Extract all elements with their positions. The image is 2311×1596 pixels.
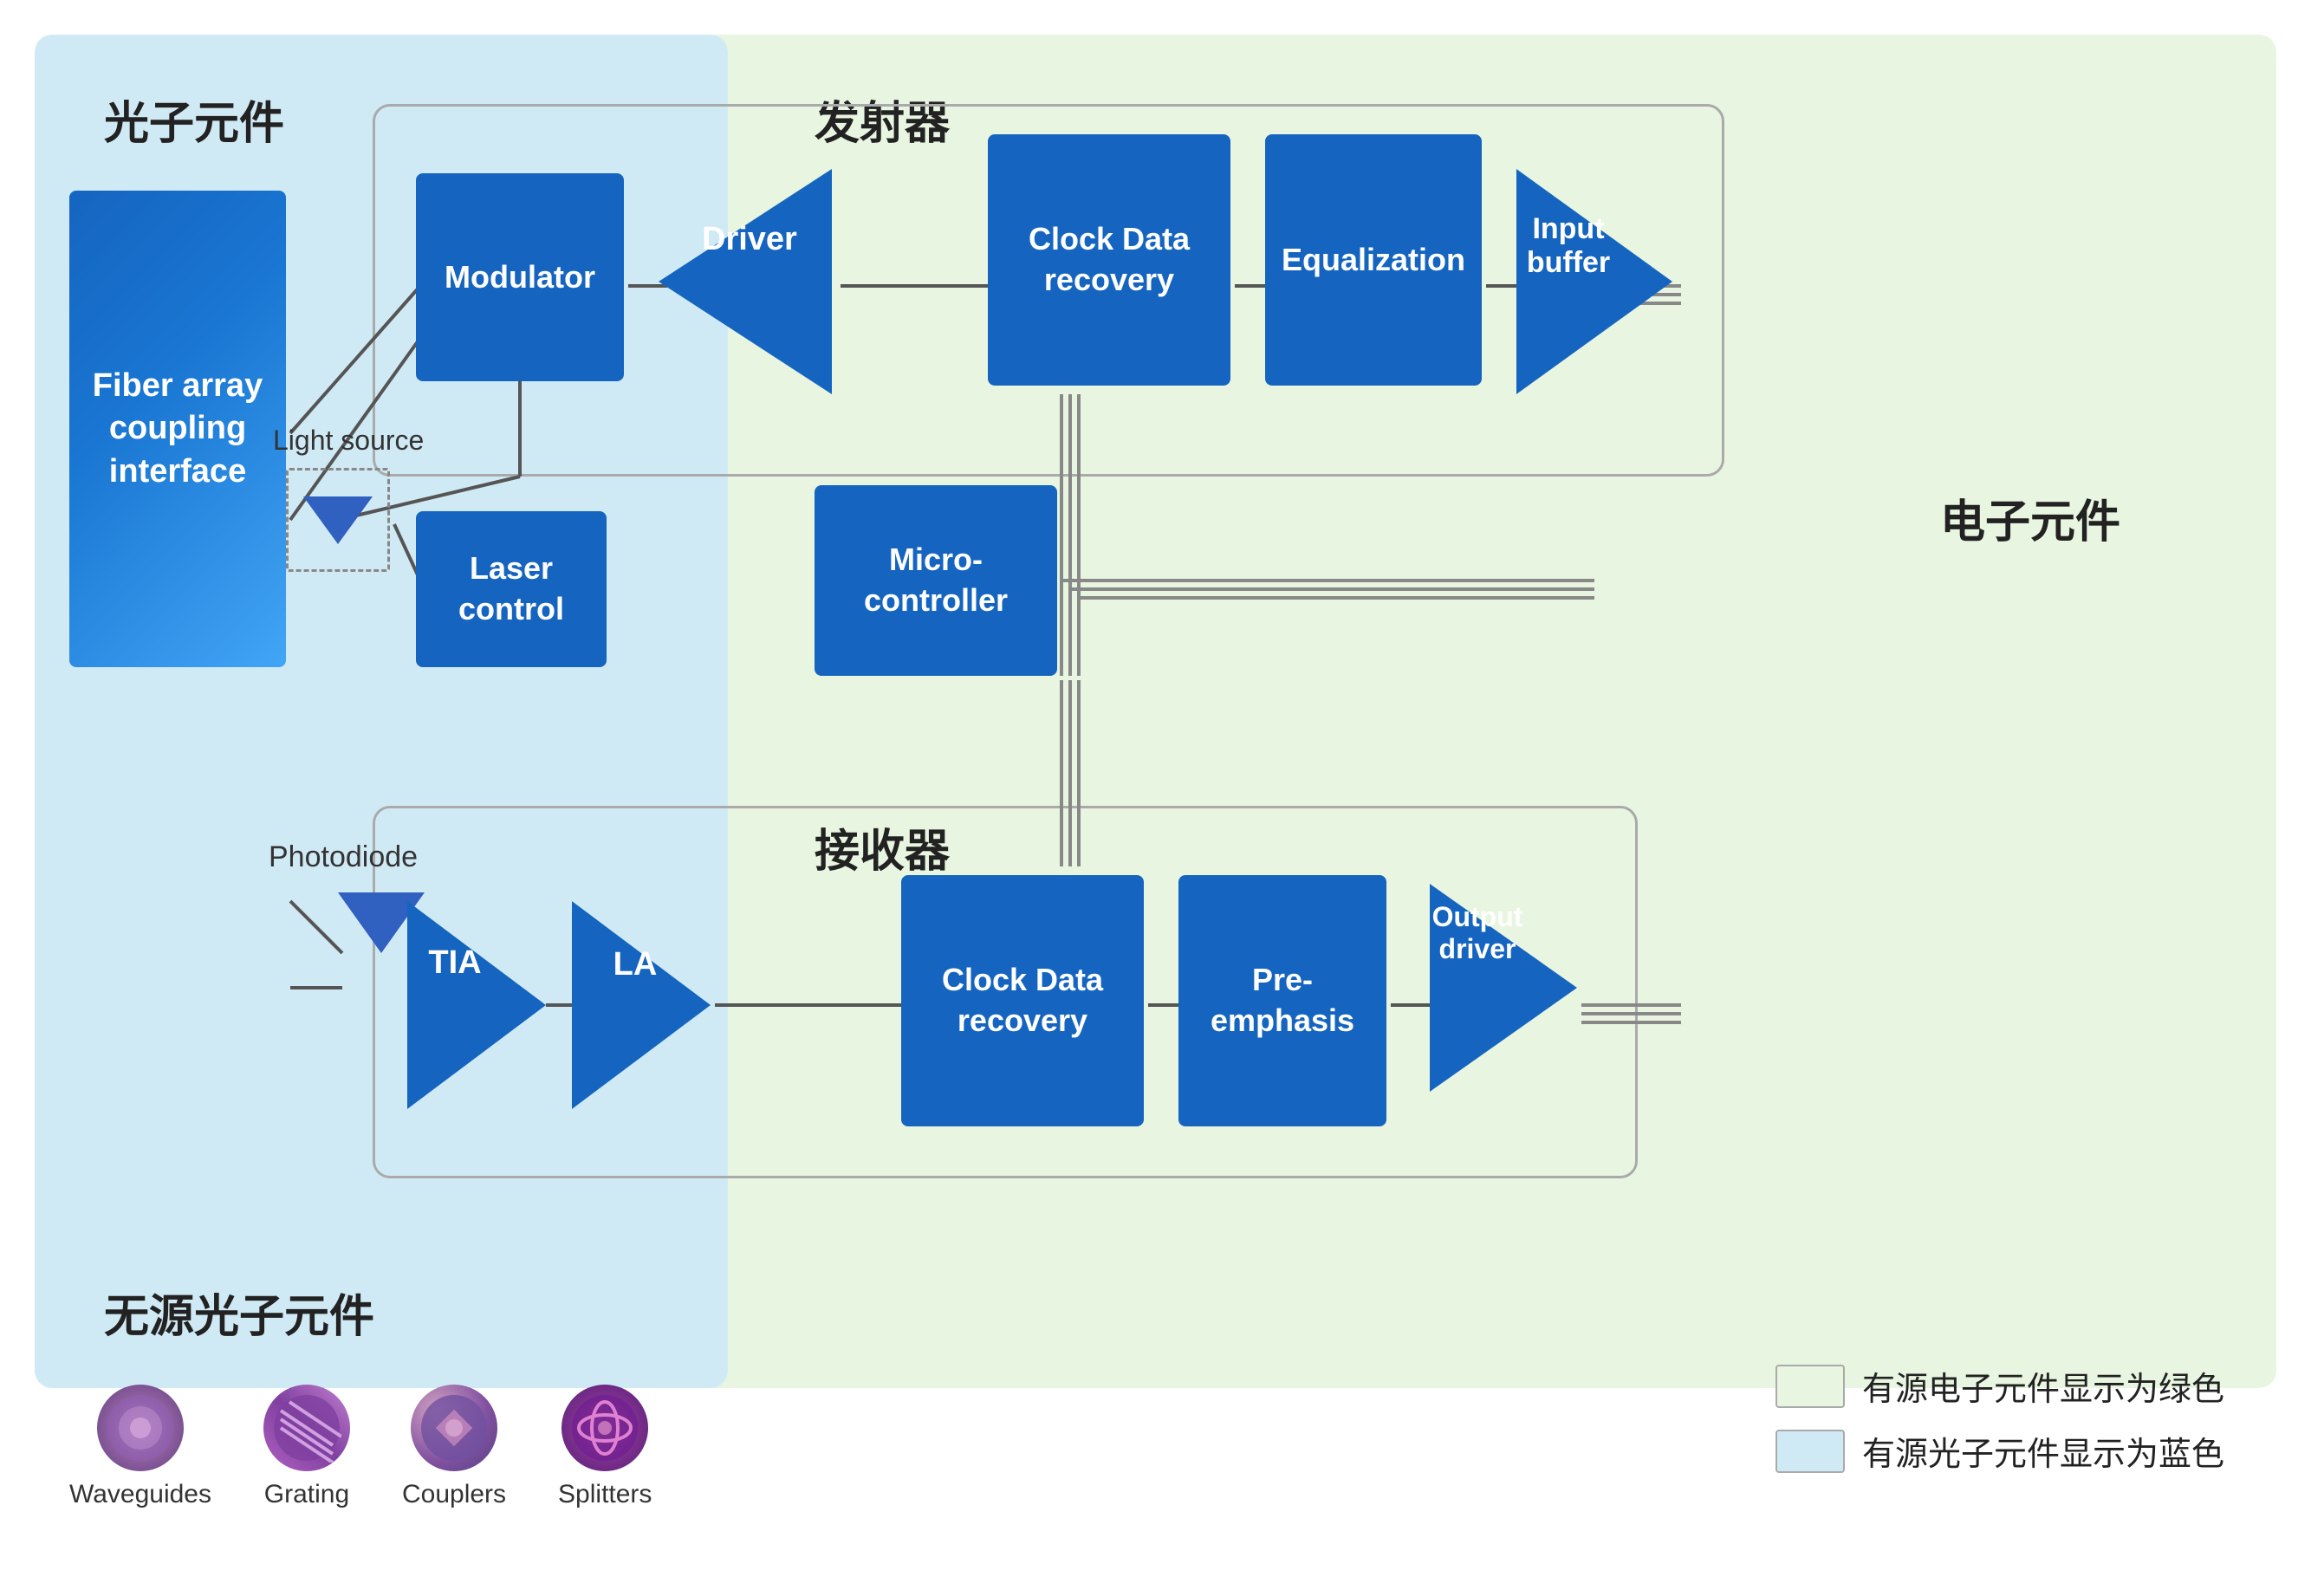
electronic-label: 电子元件 — [1940, 485, 2120, 550]
laser-control-block: Lasercontrol — [416, 511, 607, 667]
grating-label: Grating — [264, 1480, 349, 1509]
microcontroller-label: Micro-controller — [864, 540, 1008, 621]
equalization-block: Equalization — [1265, 134, 1482, 386]
couplers-label: Couplers — [402, 1480, 506, 1509]
bottom-icons-row: Waveguides Grating — [69, 1385, 652, 1509]
passive-label: 无源光子元件 — [104, 1280, 374, 1345]
grating-icon — [263, 1385, 350, 1471]
legend-blue-item: 有源光子元件显示为蓝色 — [1775, 1427, 2224, 1475]
light-source-label: Light source — [273, 425, 424, 457]
light-source-box — [286, 468, 390, 572]
legend-blue-color — [1775, 1430, 1845, 1473]
clock-data-tx-label: Clock Datarecovery — [1029, 219, 1190, 301]
legend-green-item: 有源电子元件显示为绿色 — [1775, 1362, 2224, 1410]
clock-data-rx-label: Clock Datarecovery — [942, 960, 1103, 1041]
couplers-icon-item: Couplers — [402, 1385, 506, 1509]
waveguides-icon — [97, 1385, 184, 1471]
grating-icon-item: Grating — [263, 1385, 350, 1509]
la-shape — [572, 901, 711, 1109]
legend-green-label: 有源电子元件显示为绿色 — [1862, 1362, 2224, 1410]
couplers-icon — [411, 1385, 497, 1471]
input-buffer-shape — [1516, 169, 1672, 394]
laser-control-label: Lasercontrol — [458, 548, 564, 630]
modulator-block: Modulator — [416, 173, 624, 381]
clock-data-tx-block: Clock Datarecovery — [988, 134, 1230, 386]
equalization-label: Equalization — [1282, 240, 1465, 281]
modulator-label: Modulator — [445, 257, 595, 298]
legend-green-color — [1775, 1365, 1845, 1408]
splitters-icon-item: Splitters — [558, 1385, 652, 1509]
fiber-array-label: Fiber array coupling interface — [69, 365, 286, 493]
main-diagram: 光子元件 发射器 电子元件 接收器 无源光子元件 — [35, 35, 2276, 1561]
light-source-symbol — [303, 496, 373, 544]
fiber-array-block: Fiber array coupling interface — [69, 191, 286, 667]
legend: 有源电子元件显示为绿色 有源光子元件显示为蓝色 — [1775, 1362, 2224, 1492]
splitters-label: Splitters — [558, 1480, 652, 1509]
splitters-icon — [562, 1385, 648, 1471]
output-driver-shape — [1430, 884, 1577, 1092]
clock-data-rx-block: Clock Datarecovery — [901, 875, 1144, 1126]
waveguides-icon-item: Waveguides — [69, 1385, 211, 1509]
driver-shape — [659, 169, 832, 394]
photon-label: 光子元件 — [104, 87, 284, 152]
legend-blue-label: 有源光子元件显示为蓝色 — [1862, 1427, 2224, 1475]
pre-emphasis-label: Pre-emphasis — [1211, 960, 1354, 1041]
photodiode-label: Photodiode — [269, 840, 418, 874]
pre-emphasis-block: Pre-emphasis — [1178, 875, 1386, 1126]
tia-shape — [407, 901, 546, 1109]
microcontroller-block: Micro-controller — [815, 485, 1057, 676]
waveguides-label: Waveguides — [69, 1480, 211, 1509]
